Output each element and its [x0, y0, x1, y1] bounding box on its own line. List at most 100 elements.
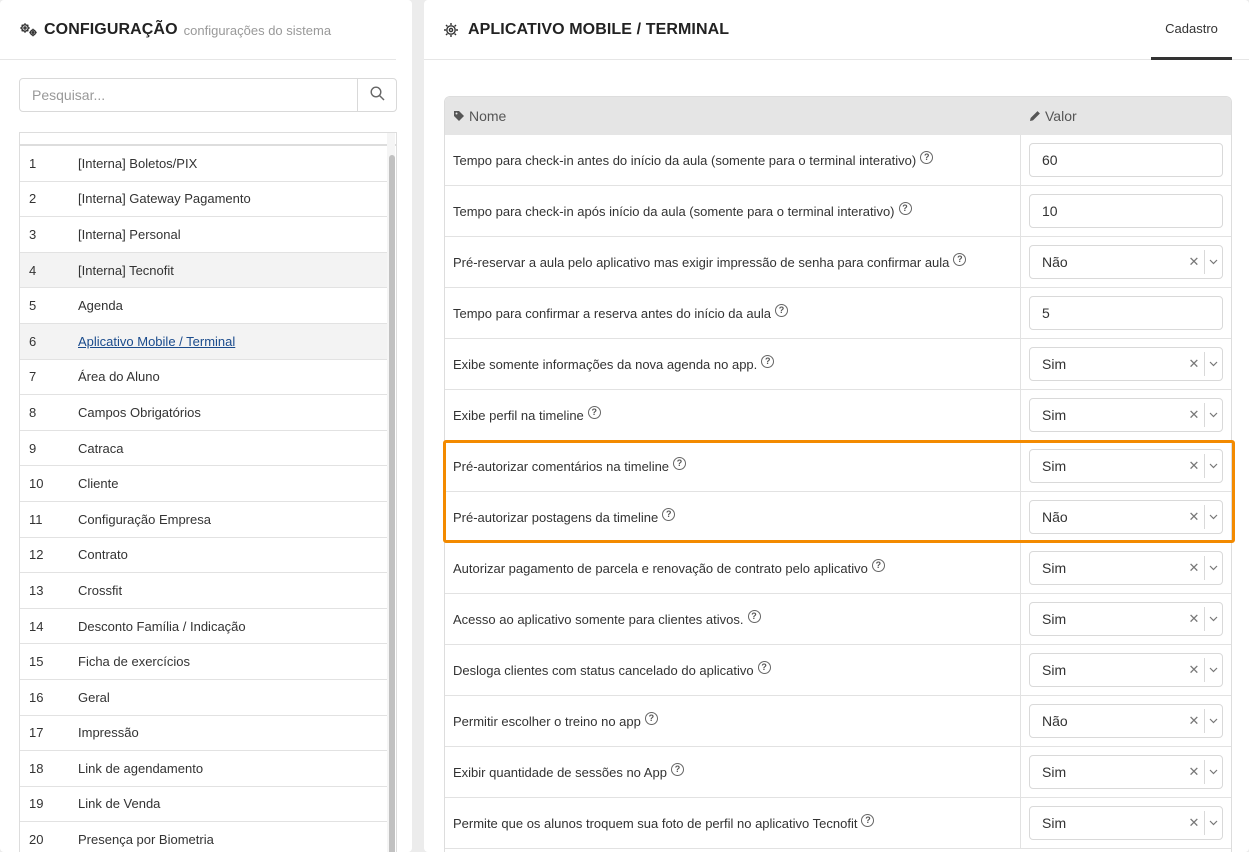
list-item-label[interactable]: Crossfit: [78, 583, 122, 598]
value-select[interactable]: Não ✕: [1029, 704, 1223, 738]
setting-value-cell: 60: [1021, 143, 1231, 177]
list-item[interactable]: 16 Geral: [20, 680, 387, 716]
list-item[interactable]: 17 Impressão: [20, 716, 387, 752]
help-icon[interactable]: ?: [871, 558, 885, 572]
clear-icon[interactable]: ✕: [1184, 407, 1204, 423]
search-button[interactable]: [357, 79, 396, 111]
value-input[interactable]: 60: [1029, 143, 1223, 177]
select-value: Sim: [1042, 611, 1067, 627]
list-item[interactable]: 5 Agenda: [20, 288, 387, 324]
clear-icon[interactable]: ✕: [1184, 662, 1204, 678]
list-item-label[interactable]: [Interna] Gateway Pagamento: [78, 191, 251, 206]
clear-icon[interactable]: ✕: [1184, 815, 1204, 831]
list-item[interactable]: 18 Link de agendamento: [20, 751, 387, 787]
list-item-label[interactable]: [Interna] Tecnofit: [78, 263, 174, 278]
chevron-down-icon[interactable]: [1204, 658, 1222, 682]
value-input[interactable]: 5: [1029, 296, 1223, 330]
list-item-label[interactable]: Campos Obrigatórios: [78, 405, 201, 420]
list-item[interactable]: 4 [Interna] Tecnofit: [20, 252, 387, 289]
list-item-label[interactable]: Ficha de exercícios: [78, 654, 190, 669]
help-icon[interactable]: ?: [747, 609, 761, 623]
clear-icon[interactable]: ✕: [1184, 458, 1204, 474]
chevron-down-icon[interactable]: [1204, 403, 1222, 427]
help-icon[interactable]: ?: [761, 354, 775, 368]
help-icon[interactable]: ?: [587, 405, 601, 419]
list-item-label[interactable]: [Interna] Personal: [78, 227, 181, 242]
chevron-down-icon[interactable]: [1204, 250, 1222, 274]
help-icon[interactable]: ?: [673, 456, 687, 470]
list-item[interactable]: 12 Contrato: [20, 538, 387, 574]
list-item-label[interactable]: Aplicativo Mobile / Terminal: [78, 334, 235, 349]
chevron-down-icon[interactable]: [1204, 607, 1222, 631]
search-input[interactable]: [20, 79, 357, 111]
clear-icon[interactable]: ✕: [1184, 764, 1204, 780]
clear-icon[interactable]: ✕: [1184, 356, 1204, 372]
setting-name-cell: Exibe perfil na timeline?: [445, 390, 1021, 440]
value-select[interactable]: Sim ✕: [1029, 806, 1223, 840]
value-input[interactable]: 10: [1029, 194, 1223, 228]
select-value: Sim: [1042, 560, 1067, 576]
value-select[interactable]: Sim ✕: [1029, 551, 1223, 585]
value-select[interactable]: Sim ✕: [1029, 653, 1223, 687]
chevron-down-icon[interactable]: [1204, 505, 1222, 529]
help-icon[interactable]: ?: [861, 813, 875, 827]
list-item-label[interactable]: Agenda: [78, 298, 123, 313]
clear-icon[interactable]: ✕: [1184, 509, 1204, 525]
help-icon[interactable]: ?: [920, 150, 934, 164]
value-select[interactable]: Não ✕: [1029, 500, 1223, 534]
value-select[interactable]: Sim ✕: [1029, 755, 1223, 789]
chevron-down-icon[interactable]: [1204, 352, 1222, 376]
list-item[interactable]: 6 Aplicativo Mobile / Terminal: [20, 323, 387, 360]
chevron-down-icon[interactable]: [1204, 556, 1222, 580]
list-item[interactable]: 7 Área do Aluno: [20, 360, 387, 396]
list-item[interactable]: 15 Ficha de exercícios: [20, 644, 387, 680]
list-item-label[interactable]: Configuração Empresa: [78, 512, 211, 527]
setting-name-cell: Tempo para check-in após início da aula …: [445, 186, 1021, 236]
help-icon[interactable]: ?: [774, 303, 788, 317]
list-item[interactable]: 2 [Interna] Gateway Pagamento: [20, 182, 387, 218]
list-scrollbar-thumb[interactable]: [389, 155, 395, 852]
chevron-down-icon[interactable]: [1204, 811, 1222, 835]
list-item-label[interactable]: Desconto Família / Indicação: [78, 619, 246, 634]
list-item[interactable]: 11 Configuração Empresa: [20, 502, 387, 538]
list-item[interactable]: 3 [Interna] Personal: [20, 217, 387, 253]
help-icon[interactable]: ?: [644, 711, 658, 725]
list-item-label[interactable]: Geral: [78, 690, 110, 705]
list-item-label[interactable]: Link de agendamento: [78, 761, 203, 776]
list-item[interactable]: 8 Campos Obrigatórios: [20, 395, 387, 431]
help-icon[interactable]: ?: [670, 762, 684, 776]
list-item-label[interactable]: Cliente: [78, 476, 118, 491]
chevron-down-icon[interactable]: [1204, 454, 1222, 478]
chevron-down-icon[interactable]: [1204, 760, 1222, 784]
list-item[interactable]: 9 Catraca: [20, 431, 387, 467]
clear-icon[interactable]: ✕: [1184, 611, 1204, 627]
list-item[interactable]: 20 Presença por Biometria: [20, 822, 387, 852]
tab-cadastro[interactable]: Cadastro: [1151, 0, 1232, 60]
help-icon[interactable]: ?: [898, 201, 912, 215]
value-select[interactable]: Sim ✕: [1029, 602, 1223, 636]
list-item[interactable]: 1 [Interna] Boletos/PIX: [20, 146, 387, 182]
help-icon[interactable]: ?: [953, 252, 967, 266]
help-icon[interactable]: ?: [757, 660, 771, 674]
list-item[interactable]: 19 Link de Venda: [20, 787, 387, 823]
value-select[interactable]: Sim ✕: [1029, 347, 1223, 381]
list-item-label[interactable]: Catraca: [78, 441, 124, 456]
list-item-label[interactable]: Contrato: [78, 547, 128, 562]
list-item[interactable]: 10 Cliente: [20, 466, 387, 502]
list-item-label[interactable]: Link de Venda: [78, 796, 160, 811]
clear-icon[interactable]: ✕: [1184, 560, 1204, 576]
clear-icon[interactable]: ✕: [1184, 254, 1204, 270]
help-icon[interactable]: ?: [662, 507, 676, 521]
list-item-label[interactable]: [Interna] Boletos/PIX: [78, 156, 197, 171]
list-item-label[interactable]: Presença por Biometria: [78, 832, 214, 847]
value-select[interactable]: Não ✕: [1029, 245, 1223, 279]
setting-name-cell: Exibe somente informações da nova agenda…: [445, 339, 1021, 389]
list-item[interactable]: 13 Crossfit: [20, 573, 387, 609]
value-select[interactable]: Sim ✕: [1029, 449, 1223, 483]
chevron-down-icon[interactable]: [1204, 709, 1222, 733]
value-select[interactable]: Sim ✕: [1029, 398, 1223, 432]
clear-icon[interactable]: ✕: [1184, 713, 1204, 729]
list-item-label[interactable]: Impressão: [78, 725, 139, 740]
list-item[interactable]: 14 Desconto Família / Indicação: [20, 609, 387, 645]
list-item-label[interactable]: Área do Aluno: [78, 369, 160, 384]
